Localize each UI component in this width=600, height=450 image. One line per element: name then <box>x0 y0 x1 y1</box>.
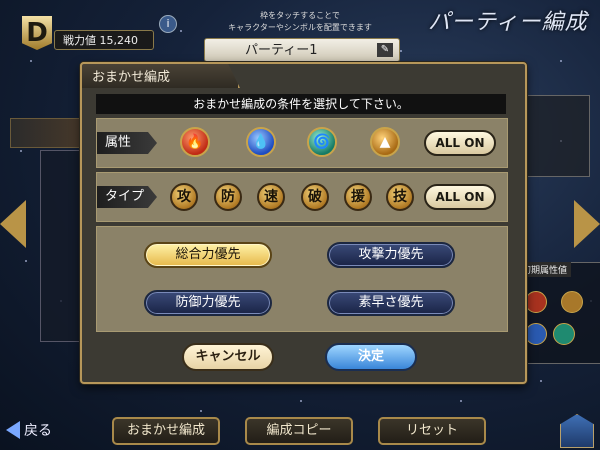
back-button[interactable]: 戻る <box>4 418 78 442</box>
wind-orb-icon <box>553 323 575 345</box>
party-name: パーティー1 <box>245 43 318 58</box>
water-attribute-icon[interactable]: 💧 <box>246 127 276 157</box>
type-break-toggle[interactable]: 破 <box>301 183 329 211</box>
defense-priority-button[interactable]: 防御力優先 <box>144 290 272 316</box>
back-arrow-icon <box>6 421 20 439</box>
copy-formation-button[interactable]: 編成コピー <box>245 417 353 445</box>
attribute-label: 属性 <box>97 132 157 154</box>
edit-icon[interactable]: ✎ <box>377 43 393 57</box>
rank-badge: D 戦力値 15,240 i <box>8 6 177 50</box>
star <box>560 60 562 62</box>
star <box>300 400 302 402</box>
wind-attribute-icon[interactable]: 🌀 <box>307 127 337 157</box>
speed-priority-button[interactable]: 素早さ優先 <box>327 290 455 316</box>
type-section: タイプ 攻 防 速 破 援 技 ALL ON <box>96 172 508 222</box>
initial-attribute-panel <box>516 262 600 364</box>
type-label: タイプ <box>97 186 157 208</box>
rank-letter: D <box>22 16 52 50</box>
star <box>200 410 202 412</box>
prev-arrow-icon[interactable] <box>0 200 26 248</box>
screen-title: パーティー編成 <box>428 10 588 35</box>
fire-orb-icon <box>525 291 547 313</box>
instruction-text: おまかせ編成の条件を選択して下さい。 <box>96 94 506 114</box>
back-label: 戻る <box>24 423 52 439</box>
star <box>20 150 22 152</box>
confirm-button[interactable]: 決定 <box>325 343 417 371</box>
water-orb-icon <box>525 323 547 345</box>
type-speed-toggle[interactable]: 速 <box>257 183 285 211</box>
fire-attribute-icon[interactable]: 🔥 <box>180 127 210 157</box>
star <box>25 260 27 262</box>
total-priority-button[interactable]: 総合力優先 <box>144 242 272 268</box>
priority-section: 総合力優先 攻撃力優先 防御力優先 素早さ優先 <box>96 226 508 332</box>
party-name-bar[interactable]: パーティー1 ✎ <box>204 38 400 62</box>
star <box>30 60 32 62</box>
reset-button[interactable]: リセット <box>378 417 486 445</box>
attack-priority-button[interactable]: 攻撃力優先 <box>327 242 455 268</box>
hint-line-1: 枠をタッチすることで <box>260 11 340 20</box>
power-value: 戦力値 15,240 <box>54 30 154 50</box>
attribute-all-on-button[interactable]: ALL ON <box>424 130 496 156</box>
star <box>460 400 462 402</box>
hint-line-2: キャラクターやシンボルを配置できます <box>228 23 372 32</box>
attribute-section: 属性 🔥 💧 🌀 ▲ ALL ON <box>96 118 508 168</box>
info-icon[interactable]: i <box>159 15 177 33</box>
hint-text: 枠をタッチすることで キャラクターやシンボルを配置できます <box>210 10 390 34</box>
type-support-toggle[interactable]: 援 <box>344 183 372 211</box>
next-arrow-icon[interactable] <box>574 200 600 248</box>
type-attack-toggle[interactable]: 攻 <box>170 183 198 211</box>
type-all-on-button[interactable]: ALL ON <box>424 184 496 210</box>
earth-orb-icon <box>561 291 583 313</box>
auto-formation-button[interactable]: おまかせ編成 <box>112 417 220 445</box>
dialog-title: おまかせ編成 <box>92 70 171 85</box>
star <box>400 50 402 52</box>
type-skill-toggle[interactable]: 技 <box>386 183 414 211</box>
earth-attribute-icon[interactable]: ▲ <box>370 127 400 157</box>
cancel-button[interactable]: キャンセル <box>182 343 274 371</box>
type-defense-toggle[interactable]: 防 <box>214 183 242 211</box>
star <box>540 380 542 382</box>
star <box>180 30 182 32</box>
